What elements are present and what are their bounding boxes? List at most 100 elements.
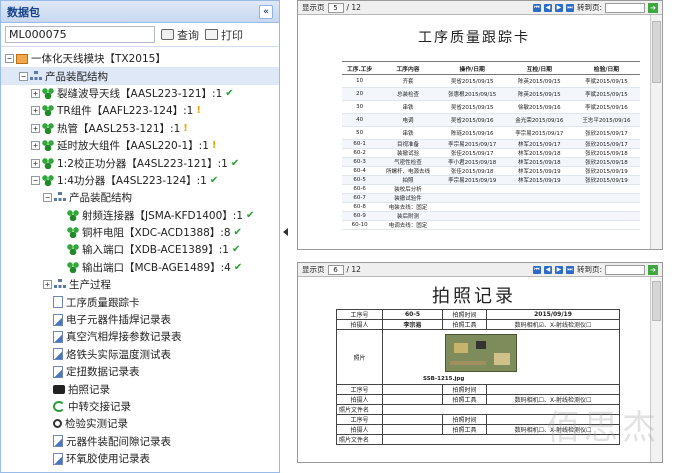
tree-node-part[interactable]: 射频连接器【JSMA-KFD1400】:1 ✔ xyxy=(1,207,279,224)
tree-node-part[interactable]: 输入端口【XDB-ACE1389】:1 ✔ xyxy=(1,241,279,258)
checkmark-icon: ✔ xyxy=(209,174,219,186)
table-cell: 林军2015/09/19 xyxy=(505,175,573,185)
collapse-toggle-icon[interactable]: − xyxy=(19,71,28,81)
last-page-icon[interactable]: ⏭ xyxy=(565,265,574,274)
tree-node-component[interactable]: − 1:4功分器【A4SL223-124】:1 ✔ xyxy=(1,172,279,189)
table-cell xyxy=(505,202,573,212)
tree-node-doc[interactable]: 工序质量跟踪卡 xyxy=(1,293,279,310)
table-cell: 60-9 xyxy=(342,211,378,221)
table-cell: 张欣2015/09/19 xyxy=(572,166,640,176)
table-cell: 陈英2015/09/15 xyxy=(505,87,573,101)
cell: 拍摄人 xyxy=(336,394,383,405)
tree-node-process[interactable]: + 生产过程 xyxy=(1,276,279,293)
expand-toggle-icon[interactable]: + xyxy=(31,106,40,116)
table-row: 60-2 装撤试验 张佳2015/09/17 林军2015/09/18 张欣2015/0… xyxy=(342,148,640,158)
component-icon xyxy=(42,174,54,186)
table-cell xyxy=(505,211,573,221)
photo-caption: SSB-1215.jpg xyxy=(423,376,465,382)
collapse-arrow-icon[interactable] xyxy=(283,228,288,236)
table-row: 60-3 气密性检查 李小君2015/09/18 林军2015/09/18 张欣2015… xyxy=(342,157,640,167)
go-arrow-icon[interactable]: ➔ xyxy=(648,264,658,275)
tree-node-part[interactable]: 铜杆电阻【XDC-ACD1388】:8 ✔ xyxy=(1,224,279,241)
component-icon xyxy=(67,209,79,221)
tree-node-component[interactable]: + TR组件【AAFL223-124】:1 ! xyxy=(1,102,279,119)
expand-toggle-icon[interactable]: + xyxy=(31,141,40,151)
tree-node-doc[interactable]: 烙铁头实际温度测试表 xyxy=(1,346,279,363)
expand-toggle-icon[interactable]: + xyxy=(31,123,40,133)
cell: 照片文件名 xyxy=(336,404,383,415)
viewer-toolbar: 显示页 6 / 12 ⏮ ◀ ▶ ⏭ 转到页: ➔ xyxy=(298,263,662,277)
page-label: 显示页 xyxy=(302,265,325,274)
collapse-toggle-icon[interactable]: − xyxy=(5,54,14,64)
cell: 60-5 xyxy=(382,309,443,320)
table-cell xyxy=(572,202,640,212)
next-page-icon[interactable]: ▶ xyxy=(554,265,563,274)
table-row: 40 电调 吴省2015/09/16 金光荣2015/09/16 王志平2015/09/… xyxy=(342,113,640,127)
scrollbar-thumb[interactable] xyxy=(652,281,661,321)
tree-node-doc[interactable]: 电子元器件插焊记录表 xyxy=(1,311,279,328)
prev-page-icon[interactable]: ◀ xyxy=(543,3,552,12)
tree-node-structure[interactable]: − 产品装配结构 xyxy=(1,67,279,85)
first-page-icon[interactable]: ⏮ xyxy=(532,265,541,274)
edit-document-icon xyxy=(53,348,63,361)
first-page-icon[interactable]: ⏮ xyxy=(532,3,541,12)
query-button[interactable]: 查询 xyxy=(161,27,199,43)
table-cell: 张欣2015/09/17 xyxy=(572,139,640,149)
table-cell: 吴省2015/09/15 xyxy=(438,74,506,88)
expand-toggle-icon[interactable]: + xyxy=(31,88,40,98)
tree-node-label: 产品装配结构 xyxy=(69,192,132,205)
prev-page-icon[interactable]: ◀ xyxy=(543,265,552,274)
table-cell: 电装去线：固定 xyxy=(377,202,439,212)
document-viewer-quality-card: 显示页 5 / 12 ⏮ ◀ ▶ ⏭ 转到页: ➔ 工序质量跟踪卡 工序.工步 … xyxy=(297,0,663,250)
print-button[interactable]: 打印 xyxy=(205,27,243,43)
table-row: 20 总装检查 张惠根2015/09/15 陈英2015/09/15 李斌2015/09… xyxy=(342,87,640,101)
scrollbar-thumb[interactable] xyxy=(652,21,661,83)
tree-node-label: 输出端口【MCB-AGE1489】:4 xyxy=(82,261,231,274)
vertical-scrollbar[interactable] xyxy=(650,15,662,249)
tree-node-doc[interactable]: 检验实测记录 xyxy=(1,415,279,432)
collapse-toggle-icon[interactable]: − xyxy=(43,193,52,203)
table-cell xyxy=(438,193,506,203)
tree-node-label: 产品装配结构 xyxy=(45,70,108,83)
tree-node-part[interactable]: 输出端口【MCB-AGE1489】:4 ✔ xyxy=(1,259,279,276)
table-cell: 张惠根2015/09/15 xyxy=(438,87,506,101)
table-cell: 林军2015/09/19 xyxy=(505,166,573,176)
tree-node-doc[interactable]: 环氧胶使用记录表 xyxy=(1,450,279,467)
package-search-input[interactable] xyxy=(5,26,155,43)
collapse-panel-button[interactable]: « xyxy=(259,4,273,19)
next-page-icon[interactable]: ▶ xyxy=(554,3,563,12)
page-number-field[interactable]: 5 xyxy=(327,2,344,13)
table-row: 60-7 装撤试验件 xyxy=(342,193,640,203)
goto-page-input[interactable] xyxy=(605,264,645,275)
table-row: 60-6 装校后分析 xyxy=(342,184,640,194)
tree-node-doc[interactable]: 定扭数据记录表 xyxy=(1,363,279,380)
table-cell: 气密性检查 xyxy=(377,157,439,167)
tree-node-doc[interactable]: 真空汽相焊接参数记录表 xyxy=(1,328,279,345)
product-tree: − 一体化天线模块【TX2015】 − 产品装配结构 + 裂缝波导天线【AASL… xyxy=(1,47,279,467)
tree-root[interactable]: − 一体化天线模块【TX2015】 xyxy=(1,50,279,67)
tree-node-component[interactable]: + 1:2校正功分器【A4SL223-121】:1 ✔ xyxy=(1,154,279,171)
tree-node-doc[interactable]: 拍照记录 xyxy=(1,380,279,397)
tree-node-doc[interactable]: 中转交接记录 xyxy=(1,398,279,415)
table-cell: 王志平2015/09/16 xyxy=(572,113,640,127)
tree-node-doc[interactable]: 元器件装配间隙记录表 xyxy=(1,433,279,450)
expand-toggle-icon[interactable]: + xyxy=(43,280,52,290)
table-row: 拍摄人 李宗易 拍照工具 数码相机☑、X-射线检测仪☐ xyxy=(336,319,620,330)
table-cell: 张欣2015/09/18 xyxy=(572,148,640,158)
tree-node-label: 真空汽相焊接参数记录表 xyxy=(66,331,182,344)
goto-page-input[interactable] xyxy=(605,2,645,13)
checkmark-icon: ✔ xyxy=(225,87,234,99)
tree-node-sub-structure[interactable]: − 产品装配结构 xyxy=(1,189,279,206)
go-arrow-icon[interactable]: ➔ xyxy=(648,2,658,13)
expand-toggle-icon[interactable]: + xyxy=(31,158,40,168)
table-cell: 装校后分析 xyxy=(377,184,439,194)
panel-splitter[interactable] xyxy=(280,0,294,473)
circuit-board-photo xyxy=(445,334,517,372)
tree-node-component[interactable]: + 热管【AASL253-121】:1 ! xyxy=(1,120,279,137)
tree-node-component[interactable]: + 延时放大组件【AASL220-1】:1 ! xyxy=(1,137,279,154)
page-number-field[interactable]: 6 xyxy=(327,264,344,275)
viewer-toolbar: 显示页 5 / 12 ⏮ ◀ ▶ ⏭ 转到页: ➔ xyxy=(298,1,662,15)
last-page-icon[interactable]: ⏭ xyxy=(565,3,574,12)
tree-node-component[interactable]: + 裂缝波导天线【AASL223-121】:1 ✔ xyxy=(1,85,279,102)
collapse-toggle-icon[interactable]: − xyxy=(31,175,40,185)
